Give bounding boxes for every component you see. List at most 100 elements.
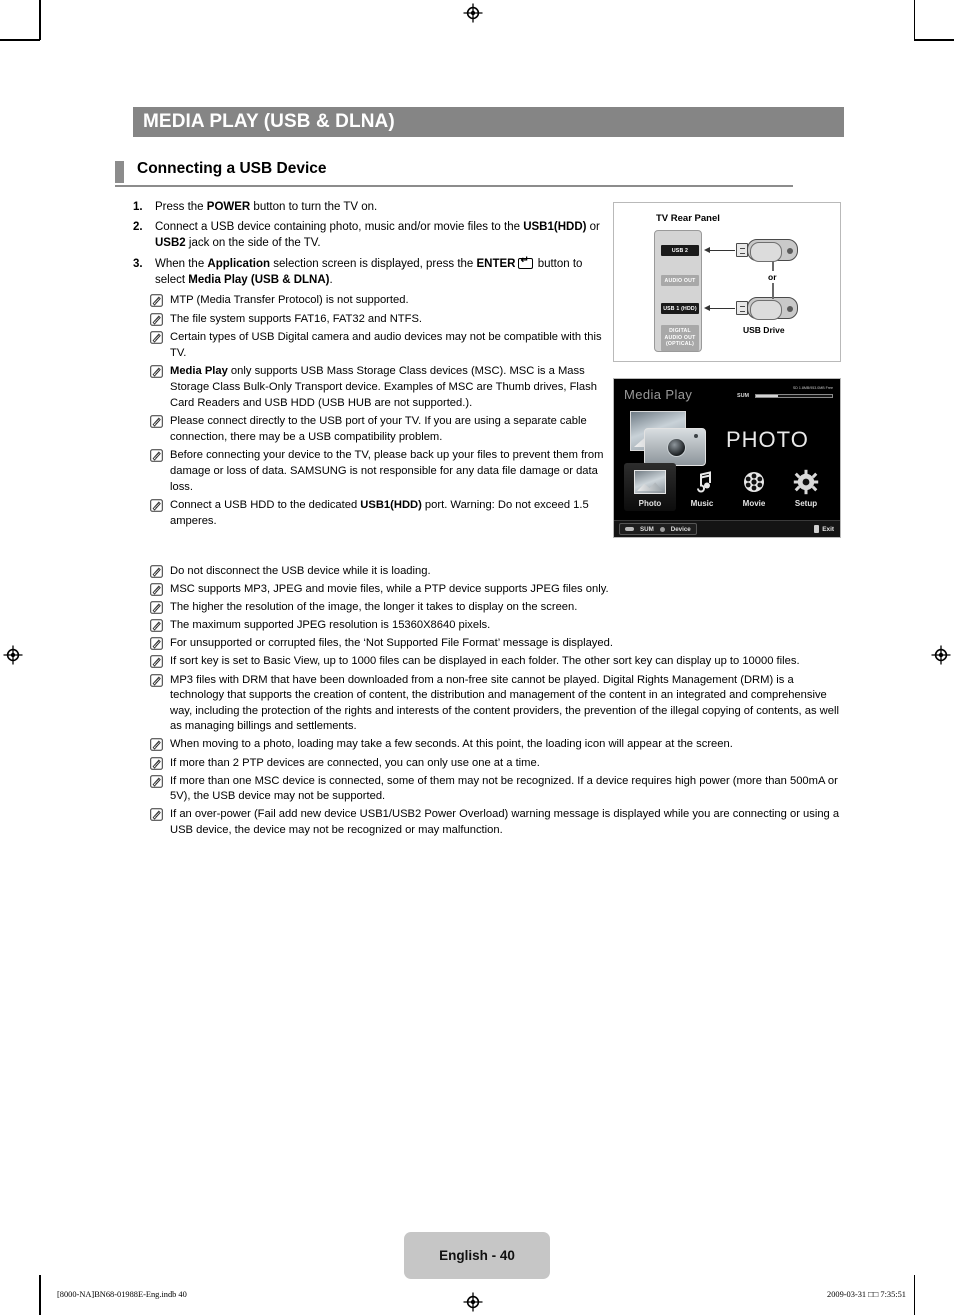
step-text: When the Application selection screen is… (155, 255, 613, 288)
photo-icon (624, 467, 676, 497)
note-item: Certain types of USB Digital camera and … (150, 330, 620, 361)
note-item: The higher the resolution of the image, … (150, 600, 847, 616)
step-item: 2. Connect a USB device containing photo,… (133, 219, 613, 251)
note-text: MTP (Media Transfer Protocol) is not sup… (170, 294, 409, 306)
note-item: Do not disconnect the USB device while i… (150, 564, 847, 580)
note-pencil-icon (150, 330, 170, 344)
osd-menu-label: Movie (742, 499, 766, 508)
film-reel-icon (728, 467, 780, 497)
note-pencil-icon (150, 654, 170, 669)
usb-drive-label: USB Drive (743, 325, 785, 335)
step-number: 3. (133, 257, 143, 270)
note-pencil-icon (150, 582, 170, 596)
registration-mark-bottom (463, 1292, 483, 1312)
print-job-label: [8000-NA]BN68-01988E-Eng.indb 40 (57, 1290, 187, 1299)
notes-list-narrow: MTP (Media Transfer Protocol) is not sup… (150, 293, 620, 532)
osd-menu-label: Music (690, 499, 714, 508)
note-pencil-icon (150, 414, 170, 428)
usb-drive-bottom (736, 297, 798, 320)
note-text: For unsupported or corrupted files, the … (170, 637, 613, 650)
note-item: Connect a USB HDD to the dedicated USB1(… (150, 498, 620, 529)
note-text: Connect a USB HDD to the dedicated USB1(… (170, 499, 589, 527)
note-text: MSC supports MP3, JPEG and movie files, … (170, 583, 609, 596)
osd-footer-bar: SUM Device Exit (614, 520, 840, 537)
note-pencil-icon (150, 807, 170, 822)
note-text: If more than one MSC device is connected… (170, 774, 838, 803)
section-divider (115, 185, 793, 188)
usb-drive-body (747, 239, 798, 262)
osd-menu-item-setup[interactable]: Setup (780, 467, 832, 511)
osd-footer-source: SUM (640, 525, 654, 533)
note-text: Media Play only supports USB Mass Storag… (170, 365, 597, 409)
note-pencil-icon (150, 448, 170, 463)
note-text: If an over-power (Fail add new device US… (170, 808, 840, 836)
arrow-to-usb1 (704, 304, 735, 313)
note-pencil-icon (150, 498, 170, 512)
note-item: The file system supports FAT16, FAT32 an… (150, 312, 620, 328)
usb-drive-body (747, 297, 798, 320)
camera-icon (644, 428, 706, 466)
osd-footer-device: Device (670, 525, 691, 533)
note-item: Media Play only supports USB Mass Storag… (150, 364, 620, 411)
note-pencil-icon (150, 774, 170, 788)
note-pencil-icon (150, 364, 170, 379)
note-text: Please connect directly to the USB port … (170, 415, 587, 443)
note-text: MP3 files with DRM that have been downlo… (170, 673, 839, 733)
osd-menu-row: Photo Music Movie Setup (624, 463, 832, 511)
crop-mark-left-top (0, 39, 40, 41)
section-heading-label: Connecting a USB Device (137, 160, 327, 177)
camera-lens-icon (667, 438, 686, 457)
note-item: If sort key is set to Basic View, up to … (150, 654, 847, 670)
osd-footer-exit: Exit (822, 525, 834, 533)
note-text: Do not disconnect the USB device while i… (170, 565, 431, 577)
note-item: When moving to a photo, loading may take… (150, 737, 847, 753)
music-note-icon (676, 467, 728, 497)
note-item: The maximum supported JPEG resolution is… (150, 618, 847, 634)
registration-mark-right (931, 645, 951, 665)
note-item: MTP (Media Transfer Protocol) is not sup… (150, 293, 620, 309)
page-number-label: English - 40 (439, 1248, 515, 1263)
crop-mark-right-top (914, 39, 954, 41)
note-text: Certain types of USB Digital camera and … (170, 331, 602, 359)
step-text: Press the POWER button to turn the TV on… (155, 201, 378, 213)
note-item: If more than one MSC device is connected… (150, 774, 847, 805)
section-heading: Connecting a USB Device (115, 160, 793, 188)
osd-menu-label: Setup (794, 499, 818, 508)
page-title: MEDIA PLAY (USB & DLNA) (143, 111, 395, 132)
figure-caption: TV Rear Panel (656, 213, 720, 224)
osd-hero-label: PHOTO (726, 427, 809, 452)
media-play-osd-figure: Media Play SD 1.8MB/953.0MB Free SUM PHO… (613, 378, 841, 538)
note-item: Before connecting your device to the TV,… (150, 448, 620, 495)
device-key-icon (659, 526, 665, 532)
osd-menu-label: Photo (638, 499, 662, 508)
registration-mark-left (3, 645, 23, 665)
osd-menu-item-music[interactable]: Music (676, 467, 728, 511)
note-item: If more than 2 PTP devices are connected… (150, 756, 847, 772)
step-item: 3. When the Application selection screen … (133, 255, 613, 288)
osd-meter-source: SUM (737, 393, 749, 399)
osd-meter-bar (755, 394, 833, 398)
note-text: The maximum supported JPEG resolution is… (170, 619, 491, 632)
or-label: or (766, 271, 779, 283)
note-pencil-icon (150, 636, 170, 651)
note-item: MSC supports MP3, JPEG and movie files, … (150, 582, 847, 598)
note-text: The higher the resolution of the image, … (170, 601, 578, 614)
chapter-title-bar: MEDIA PLAY (USB & DLNA) (133, 107, 844, 137)
osd-menu-item-photo[interactable]: Photo (624, 463, 676, 511)
note-item: Please connect directly to the USB port … (150, 414, 620, 445)
note-text: If more than 2 PTP devices are connected… (170, 756, 540, 769)
osd-meter-caption: SD 1.8MB/953.0MB Free (792, 386, 833, 390)
note-pencil-icon (150, 564, 170, 578)
step-number: 2. (133, 221, 143, 234)
crop-mark-bottom-right (913, 1275, 915, 1315)
port-usb2: USB 2 (661, 245, 699, 256)
arrow-to-usb2 (704, 246, 735, 255)
section-accent-bar (115, 161, 124, 183)
note-pencil-icon (150, 737, 170, 752)
osd-footer-source-group[interactable]: SUM Device (619, 523, 697, 535)
source-key-icon (625, 527, 634, 531)
osd-menu-item-movie[interactable]: Movie (728, 467, 780, 511)
osd-footer-exit-group[interactable]: Exit (814, 525, 834, 533)
registration-mark-top (463, 3, 483, 23)
note-text: Before connecting your device to the TV,… (170, 449, 604, 493)
